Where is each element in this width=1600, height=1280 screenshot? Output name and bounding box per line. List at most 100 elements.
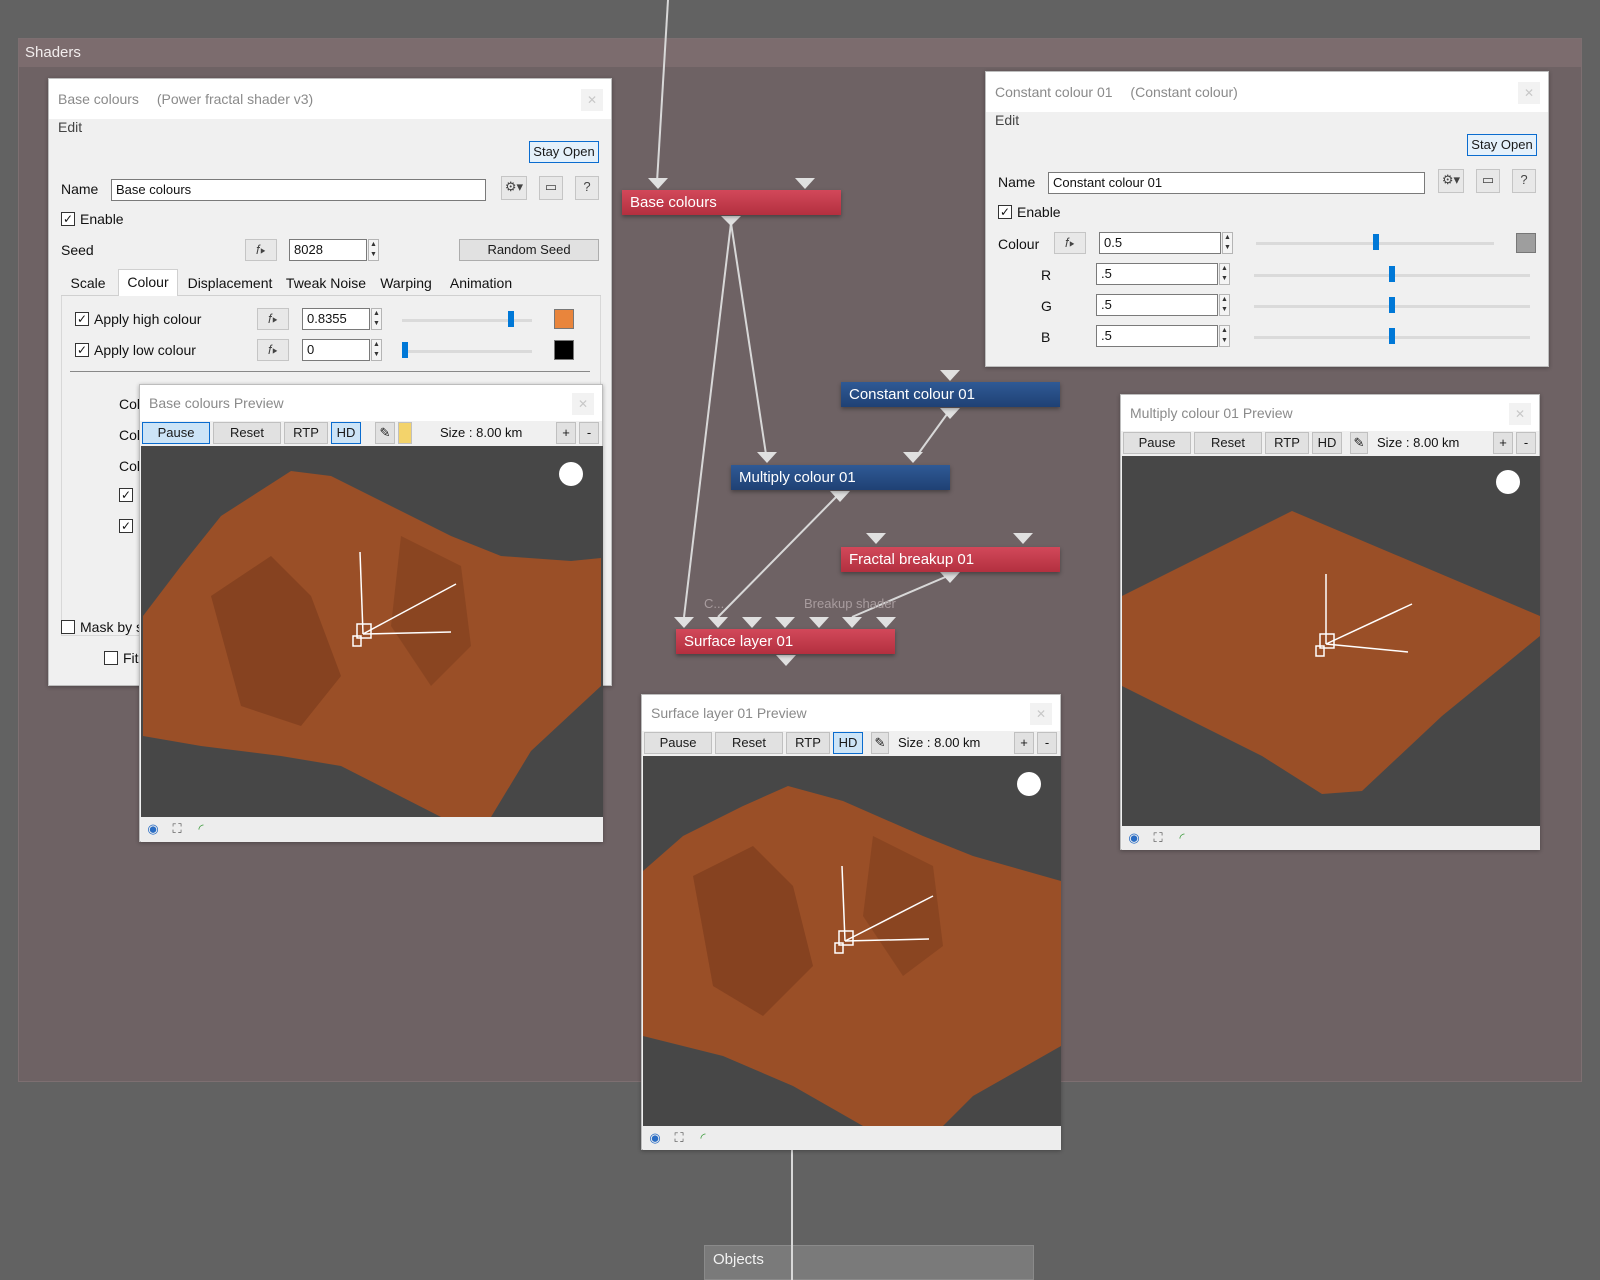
name-input[interactable]: Constant colour 01: [1048, 172, 1425, 194]
close-icon[interactable]: ✕: [572, 393, 594, 415]
hd-button[interactable]: HD: [331, 422, 361, 444]
tab-scale[interactable]: Scale: [61, 271, 115, 295]
base-window-titlebar[interactable]: Base colours (Power fractal shader v3): [49, 79, 611, 119]
eye-icon[interactable]: ◉: [645, 1128, 665, 1148]
base-preview-title[interactable]: Base colours Preview: [140, 385, 602, 421]
fit-icon[interactable]: ⛶: [669, 1128, 689, 1148]
curve-icon[interactable]: ◜: [191, 819, 211, 839]
zoom-out-button[interactable]: -: [579, 422, 599, 444]
pause-button[interactable]: Pause: [142, 422, 210, 444]
node-base-colours[interactable]: Base colours: [622, 190, 841, 215]
curve-icon[interactable]: ◜: [693, 1128, 713, 1148]
pause-button[interactable]: Pause: [1123, 432, 1191, 454]
close-icon[interactable]: ✕: [581, 89, 603, 111]
apply-low-checkbox[interactable]: ✓: [75, 343, 89, 357]
low-colour-swatch[interactable]: [554, 340, 574, 360]
close-icon[interactable]: ✕: [1518, 82, 1540, 104]
constant-menu-edit[interactable]: Edit: [995, 112, 1019, 128]
b-input[interactable]: .5: [1096, 325, 1218, 347]
reset-button[interactable]: Reset: [1194, 432, 1262, 454]
enable-checkbox[interactable]: ✓: [998, 205, 1012, 219]
stay-open-button[interactable]: Stay Open: [1467, 134, 1537, 156]
surface-preview-title[interactable]: Surface layer 01 Preview: [642, 695, 1060, 731]
function-icon[interactable]: 𝑓▸: [257, 339, 289, 361]
b-slider-thumb[interactable]: [1389, 328, 1395, 344]
b-spinner[interactable]: ▲ ▼: [1219, 325, 1230, 347]
monitor-icon[interactable]: ▭: [539, 176, 563, 200]
brush-icon[interactable]: ✎: [375, 422, 395, 444]
seed-spinner[interactable]: ▲ ▼: [368, 239, 379, 261]
eye-icon[interactable]: ◉: [1124, 828, 1144, 848]
multiply-preview-viewport[interactable]: [1122, 456, 1540, 826]
hd-button[interactable]: HD: [1312, 432, 1342, 454]
apply-high-checkbox[interactable]: ✓: [75, 312, 89, 326]
zoom-in-button[interactable]: +: [1493, 432, 1513, 454]
rtp-button[interactable]: RTP: [1265, 432, 1309, 454]
brush-icon[interactable]: ✎: [871, 732, 889, 754]
random-seed-button[interactable]: Random Seed: [459, 239, 599, 261]
r-input[interactable]: .5: [1096, 263, 1218, 285]
zoom-out-button[interactable]: -: [1037, 732, 1057, 754]
mask-checkbox[interactable]: [61, 620, 75, 634]
shaders-group-title[interactable]: Shaders: [19, 39, 1581, 67]
zoom-in-button[interactable]: +: [1014, 732, 1034, 754]
fit-checkbox[interactable]: [104, 651, 118, 665]
apply-high-slider-thumb[interactable]: [507, 311, 514, 327]
tab-colour[interactable]: Colour: [118, 269, 178, 296]
node-fractal-breakup[interactable]: Fractal breakup 01: [841, 547, 1060, 572]
rtp-button[interactable]: RTP: [284, 422, 328, 444]
apply-high-input[interactable]: 0.8355: [302, 308, 370, 330]
fit-icon[interactable]: ⛶: [1148, 828, 1168, 848]
apply-low-input[interactable]: 0: [302, 339, 370, 361]
tab-tweak-noise[interactable]: Tweak Noise: [281, 271, 371, 295]
stay-open-button[interactable]: Stay Open: [529, 141, 599, 163]
partial-checkbox[interactable]: ✓: [119, 488, 133, 502]
pause-button[interactable]: Pause: [644, 732, 712, 754]
close-icon[interactable]: ✕: [1509, 403, 1531, 425]
zoom-in-button[interactable]: +: [556, 422, 576, 444]
help-icon[interactable]: ?: [1512, 169, 1536, 193]
reset-button[interactable]: Reset: [715, 732, 783, 754]
curve-icon[interactable]: ◜: [1172, 828, 1192, 848]
name-input[interactable]: Base colours: [111, 179, 486, 201]
hd-button[interactable]: HD: [833, 732, 863, 754]
colour-spinner[interactable]: ▲ ▼: [1222, 232, 1233, 254]
node-multiply-colour[interactable]: Multiply colour 01: [731, 465, 950, 490]
tab-animation[interactable]: Animation: [441, 271, 521, 295]
colour-input[interactable]: 0.5: [1099, 232, 1221, 254]
r-slider-thumb[interactable]: [1389, 266, 1395, 282]
reset-button[interactable]: Reset: [213, 422, 281, 444]
function-icon[interactable]: 𝑓▸: [1054, 232, 1086, 254]
eye-icon[interactable]: ◉: [143, 819, 163, 839]
colour-swatch[interactable]: [1516, 233, 1536, 253]
seed-input[interactable]: 8028: [289, 239, 367, 261]
node-surface-layer[interactable]: Surface layer 01: [676, 629, 895, 654]
apply-low-slider-track[interactable]: [402, 350, 532, 353]
r-spinner[interactable]: ▲ ▼: [1219, 263, 1230, 285]
function-icon[interactable]: 𝑓▸: [245, 239, 277, 261]
base-preview-viewport[interactable]: [141, 446, 603, 817]
function-icon[interactable]: 𝑓▸: [257, 308, 289, 330]
multiply-preview-title[interactable]: Multiply colour 01 Preview: [1121, 395, 1539, 431]
apply-low-spinner[interactable]: ▲ ▼: [371, 339, 382, 361]
enable-checkbox[interactable]: ✓: [61, 212, 75, 226]
apply-low-slider-thumb[interactable]: [402, 342, 408, 358]
g-spinner[interactable]: ▲ ▼: [1219, 294, 1230, 316]
close-icon[interactable]: ✕: [1030, 703, 1052, 725]
g-input[interactable]: .5: [1096, 294, 1218, 316]
help-icon[interactable]: ?: [575, 176, 599, 200]
constant-window-titlebar[interactable]: Constant colour 01 (Constant colour): [986, 72, 1548, 112]
brush-icon[interactable]: ✎: [1350, 432, 1368, 454]
zoom-out-button[interactable]: -: [1516, 432, 1536, 454]
objects-group-title[interactable]: Objects: [705, 1246, 1033, 1274]
gear-icon[interactable]: ⚙▾: [1438, 169, 1464, 193]
partial-checkbox[interactable]: ✓: [119, 519, 133, 533]
tab-displacement[interactable]: Displacement: [181, 271, 279, 295]
tab-warping[interactable]: Warping: [373, 271, 439, 295]
rtp-button[interactable]: RTP: [786, 732, 830, 754]
monitor-icon[interactable]: ▭: [1476, 169, 1500, 193]
g-slider-thumb[interactable]: [1389, 297, 1395, 313]
colour-slider-thumb[interactable]: [1373, 234, 1379, 250]
base-menu-edit[interactable]: Edit: [58, 119, 82, 135]
fit-icon[interactable]: ⛶: [167, 819, 187, 839]
